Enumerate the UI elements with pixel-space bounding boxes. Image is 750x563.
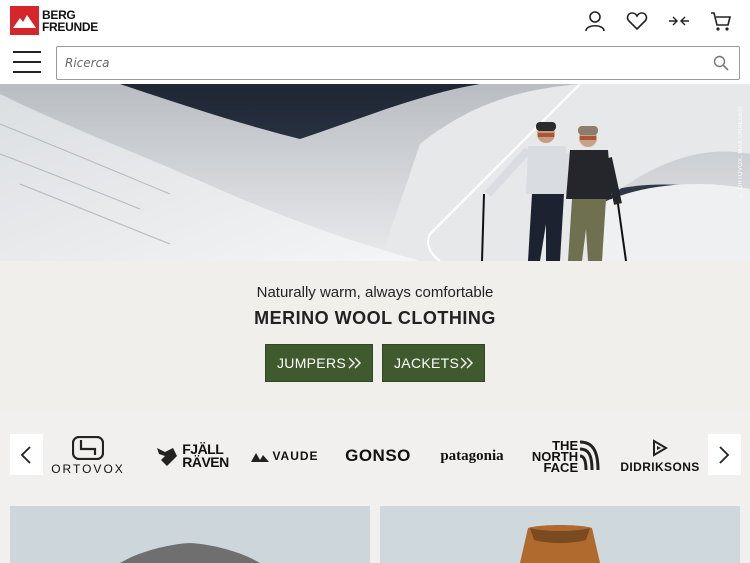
merino-promo: Naturally warm, always comfortable MERIN…	[0, 261, 750, 411]
brand-fjallraven[interactable]: FJÄLL RÄVEN	[152, 431, 232, 481]
compare-icon[interactable]	[668, 10, 690, 32]
jumpers-button-label: JUMPERS	[277, 355, 346, 371]
brand-vaude[interactable]: VAUDE	[246, 431, 324, 481]
carousel-prev-button[interactable]	[10, 434, 43, 475]
brand-gonso-label: GONSO	[345, 446, 411, 465]
search-row	[0, 42, 750, 84]
bergfreunde-logo[interactable]: BERG FREUNDE	[10, 6, 98, 35]
didriksons-logo-icon	[653, 438, 668, 457]
search-icon[interactable]	[713, 55, 729, 71]
cart-icon[interactable]	[710, 10, 732, 32]
logo-text-line2: FREUNDE	[42, 19, 98, 34]
wishlist-icon[interactable]	[626, 10, 648, 32]
carousel-next-button[interactable]	[708, 434, 741, 475]
account-icon[interactable]	[584, 10, 606, 32]
brand-patagonia[interactable]: patagonia	[432, 431, 512, 481]
brand-gonso[interactable]: GONSO	[338, 431, 418, 481]
brand-the-north-face[interactable]: THE NORTH FACE	[526, 431, 606, 481]
jackets-button-label: JACKETS	[394, 355, 460, 371]
category-card-jackets[interactable]	[380, 506, 740, 563]
brand-carousel: ORTOVOX FJÄLL RÄVEN VAUDE GONSO patagoni…	[0, 411, 750, 499]
brand-patagonia-label: patagonia	[440, 447, 504, 464]
top-header: BERG FREUNDE	[0, 0, 750, 42]
mountain-logo-icon	[10, 6, 39, 35]
double-chevron-right-icon	[460, 357, 473, 369]
promo-headline: MERINO WOOL CLOTHING	[254, 308, 496, 328]
brand-didriksons-label: DIDRIKSONS	[620, 459, 700, 474]
double-chevron-right-icon	[348, 357, 361, 369]
jumpers-button[interactable]: JUMPERS	[265, 344, 373, 382]
logo-text-line1: BERG	[42, 7, 76, 22]
chevron-right-icon	[719, 446, 730, 464]
search-box[interactable]	[56, 46, 740, 80]
brand-didriksons[interactable]: DIDRIKSONS	[618, 431, 702, 481]
promo-subline: Naturally warm, always comfortable	[256, 284, 494, 301]
jacket-image	[380, 506, 740, 563]
category-card-sweaters[interactable]	[10, 506, 370, 563]
north-face-arc-icon	[579, 440, 600, 471]
hero-banner[interactable]: © ORTOVOX, MAX DRAEGER	[0, 84, 750, 261]
chevron-left-icon	[20, 446, 31, 464]
jackets-button[interactable]: JACKETS	[382, 344, 485, 382]
brand-vaude-label: VAUDE	[272, 449, 319, 463]
photo-credit: © ORTOVOX, MAX DRAEGER	[738, 106, 744, 198]
brand-ortovox[interactable]: ORTOVOX	[48, 431, 128, 481]
brand-fjallraven-line2: RÄVEN	[182, 454, 229, 470]
hero-image	[0, 84, 750, 261]
search-input[interactable]	[65, 47, 695, 79]
menu-icon[interactable]	[13, 51, 41, 75]
sweater-image	[10, 506, 370, 563]
ortovox-logo-icon	[72, 436, 104, 460]
brand-ortovox-label: ORTOVOX	[51, 462, 125, 476]
vaude-logo-icon	[251, 453, 270, 462]
fox-logo-icon	[157, 448, 178, 466]
